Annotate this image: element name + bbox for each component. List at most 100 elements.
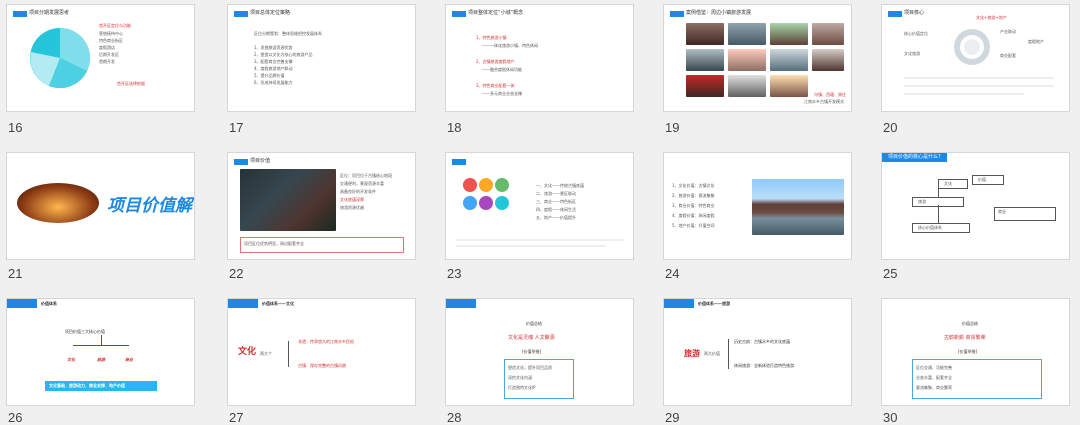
slide-text: 旅游资源优越 [340,205,364,210]
slide-thumbnail-24[interactable]: 1、文化价值：古镇文化 2、旅游价值：客流集聚 3、商业价值：特色商业 4、度假… [663,152,852,260]
flow-text: 文化 [944,181,952,186]
slide-text: 三、商业——特色街区 [536,199,576,204]
slide-title: 文化是灵魂 人文聚源 [508,335,555,341]
topic-label: 旅游 [684,349,700,358]
slide-text: 文化底蕴深厚 [340,197,364,202]
value-item: 文化 [67,357,75,362]
flow-text: 核心价值体系 [918,225,942,230]
flow-text: 商业 [998,209,1006,214]
slide-text: 核心价值定位 [904,31,928,36]
slide-thumbnail-16[interactable]: 项目分期发展思考 首开区定位与功能 营销接待中心 特色商业街区 度假酒店 后期开… [6,4,195,112]
town-photo [770,49,808,71]
slide-thumbnail-21[interactable]: 项目价值解读 [6,152,195,260]
slide-note: 项目区位优势明显，周边配套齐全 [244,241,304,246]
value-item: 商业 [125,357,133,362]
topic-sub: 两大价值 [704,351,720,356]
slide-text: 一、文化——传统古镇底蕴 [536,183,584,188]
town-photo [728,23,766,45]
flow-text: 价值 [978,177,986,182]
topic-item: 非遗：传承悠久的江南水乡民俗 [298,339,354,344]
slide-header: 价值总结 [962,321,978,326]
slide-number: 17 [229,120,244,135]
slide-text: 深挖文化内涵 [508,375,532,380]
slide-thumbnail-25[interactable]: 项目价值的核心是什么？ 文化 价值 旅游 商业 核心价值体系 [881,152,1070,260]
town-photo [728,75,766,97]
slide-text: 文化旅游 [904,51,920,56]
night-town-photo [17,183,99,223]
slide-number: 30 [883,410,898,425]
pie-chart-graphic [30,28,90,89]
slide-header: 价值总结 [526,321,542,326]
slide-number: 23 [447,266,462,281]
header-accent [452,11,466,17]
slide-thumbnail-20[interactable]: 项目核心 文化+旅游+地产 核心价值定位 产业联动 度假地产 文化旅游 商业配套 [881,4,1070,112]
aerial-photo [240,169,336,231]
slide-header: 项目价值 [250,158,271,164]
slide-text: 塑造文化，提升项目品质 [508,365,552,370]
slide-text: 3、商业价值：特色商业 [672,203,715,208]
slide-title: 项目价值三大核心价值 [65,329,105,334]
slide-thumbnail-28[interactable]: 价值总结 文化是灵魂 人文聚源 [价值举措] 塑造文化，提升项目品质 深挖文化内… [445,298,634,406]
slide-thumbnail-23[interactable]: 一、文化——传统古镇底蕴 二、旅游——景区联动 三、商业——特色街区 四、度假—… [445,152,634,260]
slide-title: 项目价值解读 [107,196,194,216]
slide-number: 18 [447,120,462,135]
topic-label: 文化 [238,347,257,357]
slide-text: 1、文化价值：古镇文化 [672,183,715,188]
slide-text: 区位分期策划：整体思维把控发展体系 [254,31,322,36]
slide-thumbnail-18[interactable]: 项目整体定位“小城”概念 1、特色旅游小镇 ——一体化旅游小镇，特色休闲 2、古… [445,4,634,112]
slide-text: 1、特色旅游小镇 [476,35,507,40]
slide-text: 具备良好的开发条件 [340,189,376,194]
slide-text: 3、配套商业完善支撑 [254,59,293,64]
slide-text: 业态丰富、配套齐全 [916,375,952,380]
slide-text: 6、形成持续发展能力 [254,80,293,85]
slide-number: 29 [665,410,680,425]
slide-text: ——多元商业业态支撑 [482,91,522,96]
slide-header: 项目价值的核心是什么？ [882,153,948,162]
header-accent [446,299,476,308]
topic-sub: 两大个 [260,351,272,356]
slide-number: 22 [229,266,244,281]
slide-thumbnail-17[interactable]: 项目总体定位策略 区位分期策划：整体思维把控发展体系 1、发掘旅游资源优势 2、… [227,4,416,112]
town-photo [770,75,808,97]
color-dots-graphic [463,178,509,210]
slide-number: 24 [665,266,680,281]
topic-item: 历史古韵：古镇水乡的文化底蕴 [734,339,790,344]
slide-text: 后期开发区 [99,52,119,57]
header-accent [664,299,694,308]
slide-text: 4、度假价值：休闲度假 [672,213,715,218]
slide-text: 营销接待中心 [99,31,123,36]
header-accent [228,299,258,308]
slide-number: 20 [883,120,898,135]
slide-number: 25 [883,266,898,281]
slide-header: 价值体系——旅游 [698,301,730,306]
slide-text: 区位交通、功能完善 [916,365,952,370]
slide-thumbnail-22[interactable]: 项目价值 区位：项目位于古镇核心地段 交通便利，景观资源丰富 具备良好的开发条件… [227,152,416,260]
slide-thumbnail-29[interactable]: 价值体系——旅游 旅游 两大价值 历史古韵：古镇水乡的文化底蕴 休闲旅游：全新体… [663,298,852,406]
slide-thumbnail-30[interactable]: 价值总结 古韵新颜 商贸繁荣 [价值举措] 区位交通、功能完善 业态丰富、配套齐… [881,298,1070,406]
slide-number: 19 [665,120,680,135]
slide-text: 交通便利，景观资源丰富 [340,181,384,186]
slide-thumbnail-19[interactable]: 案例借鉴：周边小镇旅游发展 乌镇、西塘、周庄 江南水乡古镇开发模式 [663,4,852,112]
slide-text: 客流集聚、商业繁荣 [916,385,952,390]
slide-number: 16 [8,120,23,135]
slide-text: 产业联动 [1000,29,1016,34]
topic-item: 古镇：保存完整的古镇风貌 [298,363,346,368]
flow-box [972,175,1004,185]
slide-thumbnail-27[interactable]: 价值体系——文化 文化 两大个 非遗：传承悠久的江南水乡民俗 古镇：保存完整的古… [227,298,416,406]
slide-text: 打造独特文化IP [508,385,536,390]
header-accent [452,159,466,165]
town-photo [686,23,724,45]
slide-thumbnail-26[interactable]: 价值体系 项目价值三大核心价值 文化 旅游 商业 文化基础、旅游动力、商业支撑、… [6,298,195,406]
slide-text: 首期开发 [99,59,115,64]
town-photo [812,23,844,45]
slide-sub: [价值举措] [522,349,542,354]
town-photo [686,75,724,97]
town-photo [770,23,808,45]
slide-text: 文化+旅游+地产 [976,15,1007,20]
slide-header: 价值体系——文化 [262,301,294,306]
slide-text: 1、发掘旅游资源优势 [254,45,293,50]
header-accent [234,159,248,165]
slide-text: 首开区定位与功能 [99,23,131,28]
slide-text: 2、旅游价值：客流集聚 [672,193,715,198]
slide-text: 3、特色商业配套一体 [476,83,515,88]
